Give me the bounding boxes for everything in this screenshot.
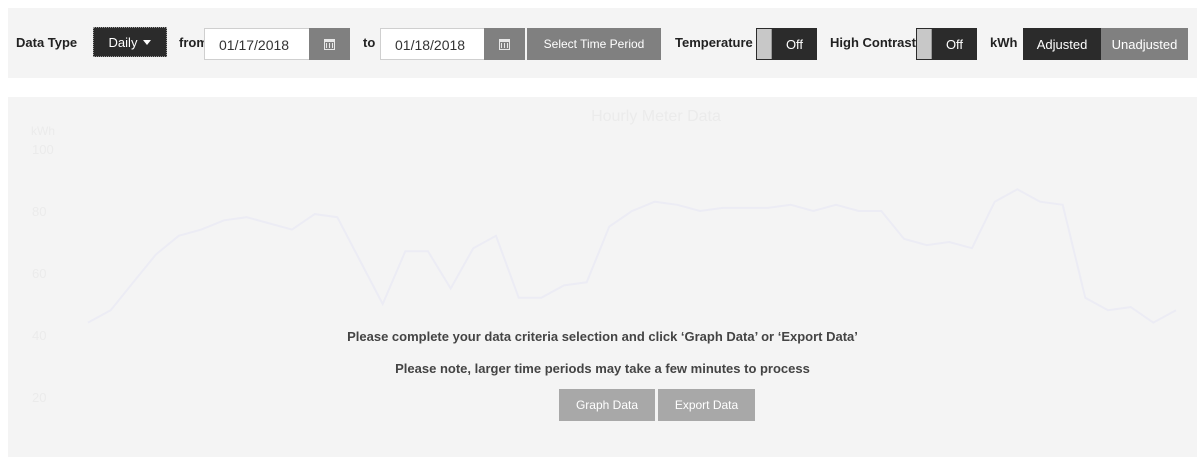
y-tick-label: 20 — [32, 390, 46, 405]
calendar-icon — [499, 38, 510, 50]
toggle-knob — [917, 29, 932, 59]
kwh-label-wrap: kWh — [990, 27, 1017, 57]
criteria-message: Please complete your data criteria selec… — [347, 329, 858, 344]
temperature-label-wrap: Temperature — [675, 27, 753, 57]
to-calendar-button[interactable] — [484, 28, 525, 60]
from-date-input[interactable]: 01/17/2018 — [204, 28, 310, 60]
to-date-input[interactable]: 01/18/2018 — [380, 28, 486, 60]
data-type-dropdown[interactable]: Daily — [93, 27, 167, 57]
data-type-label-wrap: Data Type — [16, 27, 77, 57]
unadjusted-button[interactable]: Unadjusted — [1101, 28, 1188, 60]
calendar-icon — [324, 38, 335, 50]
data-type-label: Data Type — [16, 34, 78, 50]
toggle-knob — [757, 29, 772, 59]
unadjusted-label: Unadjusted — [1111, 36, 1178, 52]
select-time-period-button[interactable]: Select Time Period — [527, 28, 661, 60]
export-data-label: Export Data — [674, 398, 739, 412]
high-contrast-label: High Contrast — [830, 34, 916, 50]
temperature-toggle-state: Off — [785, 36, 804, 52]
high-contrast-toggle-state: Off — [945, 36, 964, 52]
to-label: to — [363, 34, 376, 50]
chart-title: Hourly Meter Data — [591, 108, 721, 125]
y-axis-label: kWh — [31, 124, 55, 138]
to-date-value: 01/18/2018 — [395, 37, 466, 53]
toolbar: Data Type Daily from 01/17/2018 to 01/18… — [8, 8, 1197, 78]
y-tick-label: 60 — [32, 266, 46, 281]
graph-data-label: Graph Data — [575, 398, 639, 412]
select-time-period-label: Select Time Period — [543, 37, 645, 51]
from-date-value: 01/17/2018 — [219, 37, 290, 53]
kwh-label: kWh — [990, 34, 1018, 50]
export-data-button[interactable]: Export Data — [658, 389, 755, 421]
data-type-value: Daily — [108, 34, 138, 50]
adjusted-button[interactable]: Adjusted — [1023, 28, 1101, 60]
y-tick-label: 80 — [32, 204, 46, 219]
graph-data-button[interactable]: Graph Data — [559, 389, 655, 421]
caret-down-icon — [143, 39, 152, 45]
y-tick-label: 100 — [32, 142, 54, 157]
high-contrast-toggle[interactable]: Off — [916, 28, 977, 60]
from-calendar-button[interactable] — [309, 28, 350, 60]
processing-note: Please note, larger time periods may tak… — [395, 361, 810, 376]
temperature-label: Temperature — [675, 34, 753, 50]
adjusted-label: Adjusted — [1036, 36, 1088, 52]
series-line — [87, 188, 1177, 324]
chart-panel: Hourly Meter Data kWh 100 80 60 40 20 Please c… — [8, 97, 1197, 457]
to-label-wrap: to — [363, 27, 375, 57]
high-contrast-label-wrap: High Contrast — [830, 27, 916, 57]
temperature-toggle[interactable]: Off — [756, 28, 817, 60]
